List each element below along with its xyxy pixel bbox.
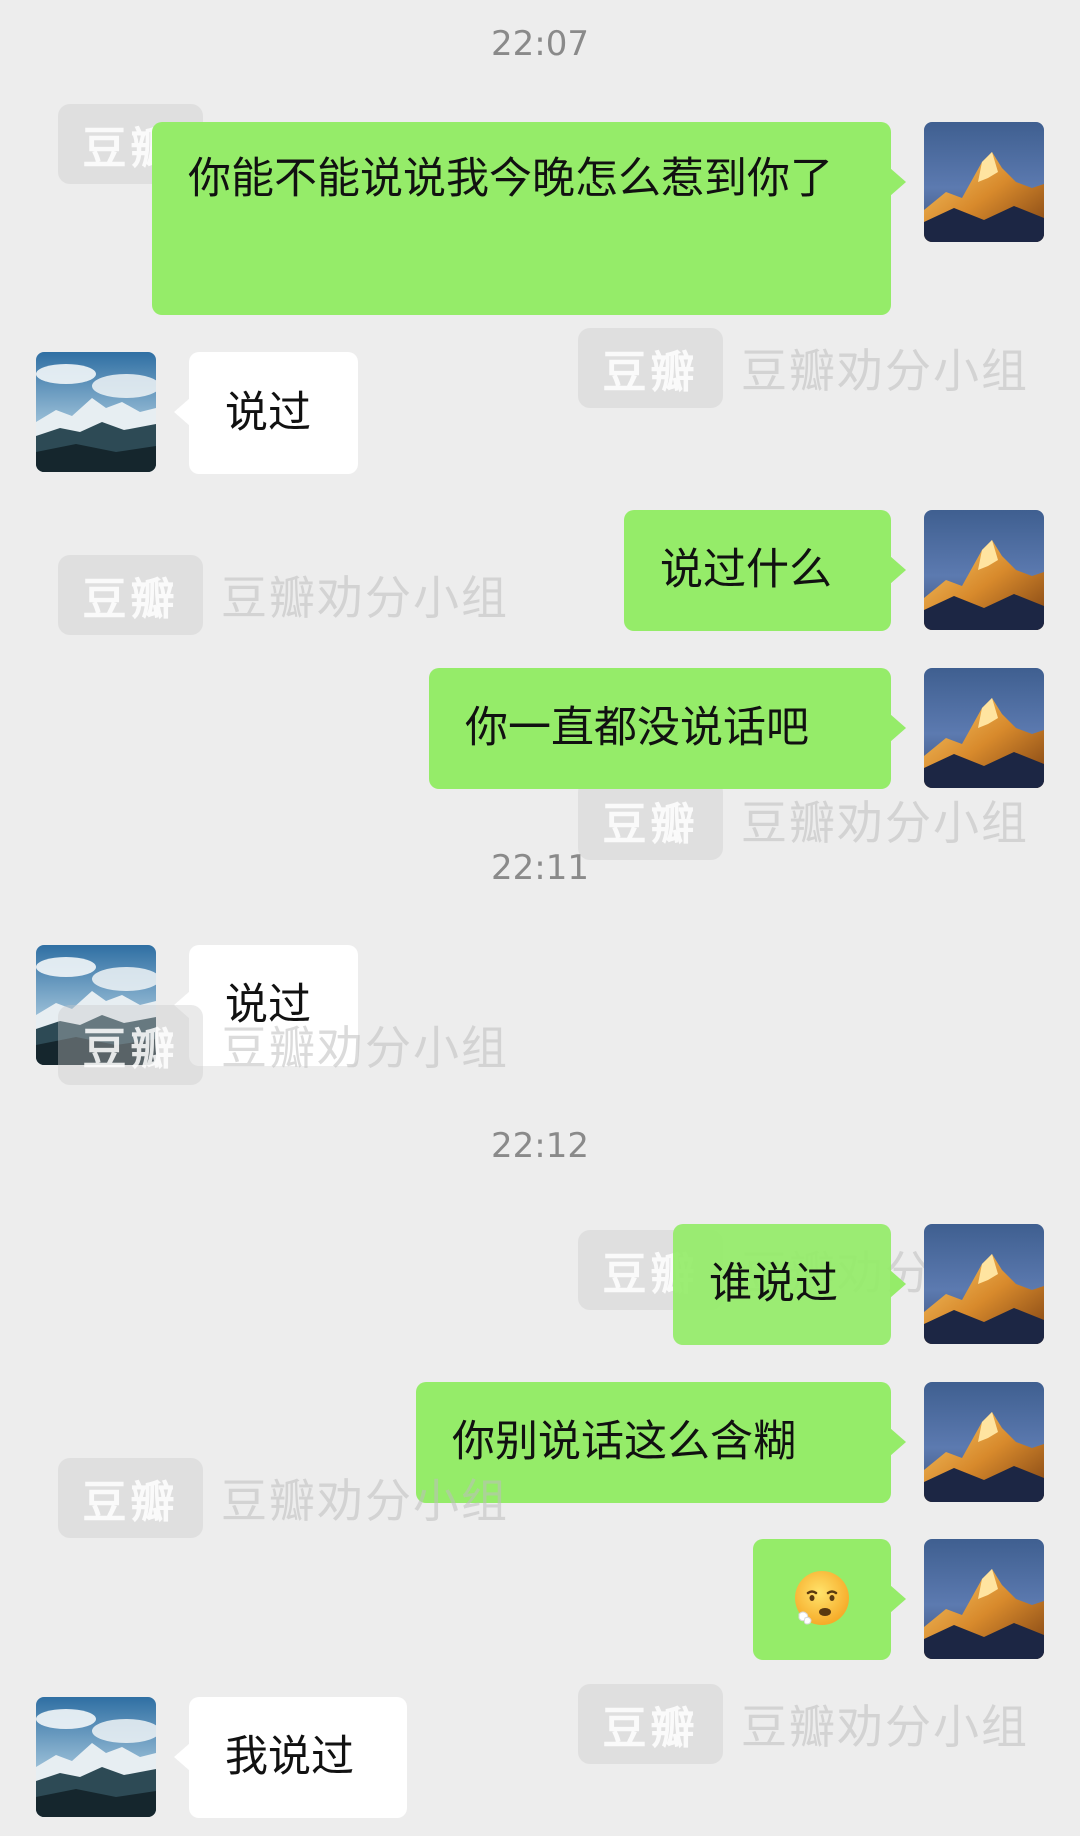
message-bubble-sent[interactable]: 你能不能说说我今晚怎么惹到你了: [152, 122, 906, 315]
message-text: 你能不能说说我今晚怎么惹到你了: [188, 154, 833, 204]
message-bubble-sent[interactable]: 你别说话这么含糊: [416, 1382, 906, 1503]
timestamp: 22:12: [491, 1126, 589, 1166]
message-text: 谁说过: [709, 1259, 838, 1309]
message-text: 我说过: [225, 1732, 354, 1782]
avatar[interactable]: [36, 1697, 156, 1817]
message-bubble-received[interactable]: 说过: [174, 352, 358, 474]
watermark-text: 豆瓣劝分小组: [741, 344, 1029, 398]
avatar[interactable]: [924, 668, 1044, 788]
message-bubble-sent[interactable]: 说过什么: [624, 510, 906, 631]
watermark-text: 豆瓣劝分小组: [741, 796, 1029, 850]
watermark-text: 豆瓣劝分小组: [221, 571, 509, 625]
watermark-logo: 豆瓣: [578, 328, 723, 408]
avatar[interactable]: [924, 510, 1044, 630]
avatar[interactable]: [924, 1382, 1044, 1502]
message-bubble-received[interactable]: 说过: [174, 945, 358, 1066]
watermark-logo: 豆瓣: [58, 1458, 203, 1538]
message-bubble-sent[interactable]: 你一直都没说话吧: [429, 668, 906, 789]
message-text: 你别说话这么含糊: [452, 1417, 796, 1467]
avatar[interactable]: [36, 352, 156, 472]
message-text: 你一直都没说话吧: [465, 703, 809, 753]
watermark: 豆瓣 豆瓣劝分小组: [58, 555, 509, 635]
avatar[interactable]: [924, 122, 1044, 242]
chat-area[interactable]: 豆瓣 豆瓣劝分小组 豆瓣 豆瓣劝分小组 豆瓣 豆瓣劝分小组 豆瓣 豆瓣劝分小组 …: [0, 0, 1080, 1836]
watermark-logo: 豆瓣: [578, 1684, 723, 1764]
watermark-text: 豆瓣劝分小组: [741, 1700, 1029, 1754]
timestamp: 22:07: [491, 24, 589, 64]
avatar[interactable]: [36, 945, 156, 1065]
watermark-logo: 豆瓣: [58, 555, 203, 635]
message-text: 说过什么: [660, 545, 832, 595]
message-bubble-received[interactable]: 我说过: [174, 1697, 407, 1818]
timestamp: 22:11: [491, 848, 589, 888]
face-with-steam-emoji: [791, 1568, 853, 1630]
message-bubble-sent[interactable]: [753, 1539, 906, 1660]
watermark: 豆瓣 豆瓣劝分小组: [578, 1684, 1029, 1764]
watermark: 豆瓣 豆瓣劝分小组: [578, 328, 1029, 408]
message-text: 说过: [225, 388, 311, 438]
message-bubble-sent[interactable]: 谁说过: [673, 1224, 906, 1345]
avatar[interactable]: [924, 1224, 1044, 1344]
message-text: 说过: [225, 980, 311, 1030]
avatar[interactable]: [924, 1539, 1044, 1659]
